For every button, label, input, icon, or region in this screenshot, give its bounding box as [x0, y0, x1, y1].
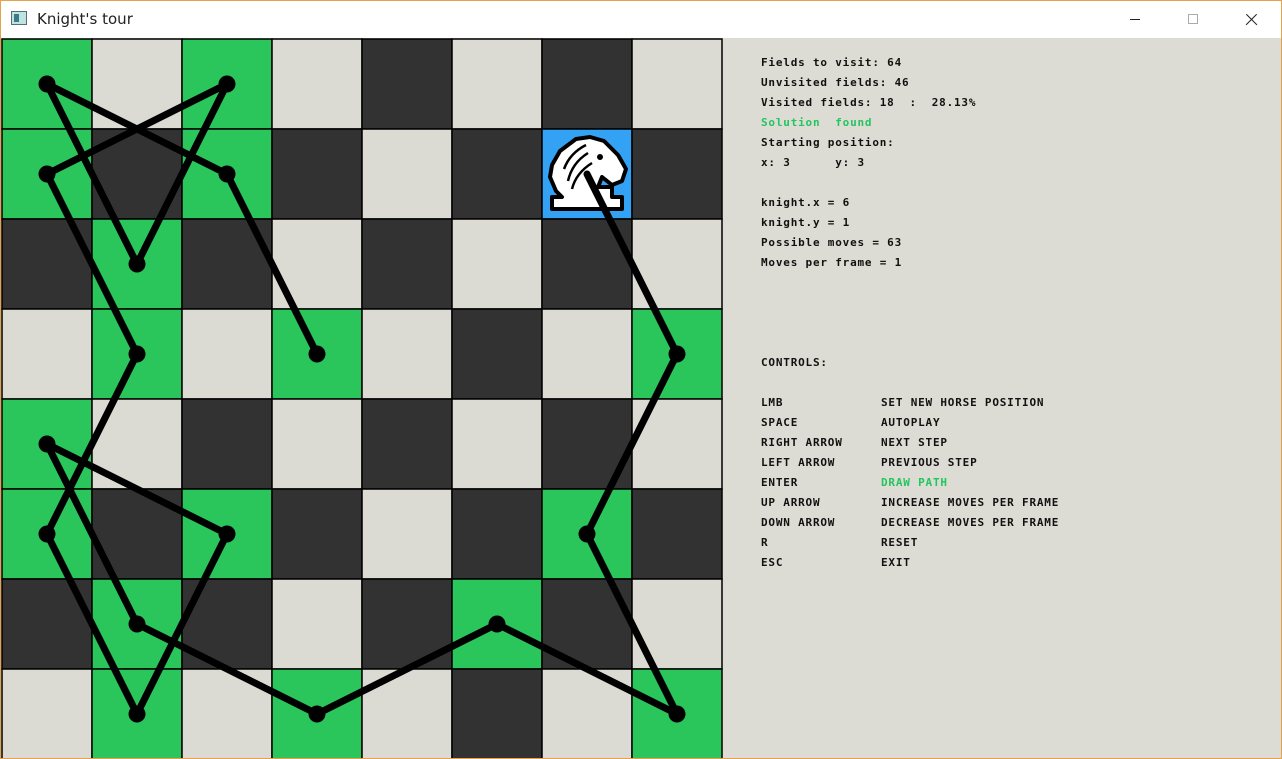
- path-node: [668, 705, 686, 723]
- board-cell[interactable]: [631, 488, 723, 580]
- control-key: R: [761, 536, 769, 549]
- visited-fields: Visited fields: 18 : 28.13%: [761, 96, 977, 109]
- board-cell[interactable]: [361, 398, 453, 490]
- control-key: ESC: [761, 556, 784, 569]
- path-node: [218, 525, 236, 543]
- path-node: [218, 75, 236, 93]
- control-action: RESET: [881, 536, 919, 549]
- control-action: NEXT STEP: [881, 436, 948, 449]
- maximize-button[interactable]: [1164, 1, 1222, 38]
- path-node: [488, 615, 506, 633]
- chess-board[interactable]: [1, 38, 723, 759]
- control-action: PREVIOUS STEP: [881, 456, 978, 469]
- control-action: INCREASE MOVES PER FRAME: [881, 496, 1060, 509]
- control-key: LEFT ARROW: [761, 456, 836, 469]
- board-cell[interactable]: [541, 308, 633, 400]
- path-node: [218, 165, 236, 183]
- control-key: RIGHT ARROW: [761, 436, 843, 449]
- control-action: SET NEW HORSE POSITION: [881, 396, 1045, 409]
- minimize-button[interactable]: [1106, 1, 1164, 38]
- path-node: [578, 525, 596, 543]
- board-cell[interactable]: [631, 38, 723, 130]
- board-cell[interactable]: [541, 38, 633, 130]
- control-key: UP ARROW: [761, 496, 821, 509]
- board-cell[interactable]: [451, 488, 543, 580]
- path-node: [38, 165, 56, 183]
- solution-status: Solution found: [761, 116, 873, 129]
- starting-position-label: Starting position:: [761, 136, 895, 149]
- control-key: LMB: [761, 396, 784, 409]
- board-cell[interactable]: [451, 308, 543, 400]
- title-bar[interactable]: Knight's tour: [1, 1, 1281, 38]
- knight-y: knight.y = 1: [761, 216, 851, 229]
- controls-heading: CONTROLS:: [761, 356, 828, 369]
- control-key: DOWN ARROW: [761, 516, 836, 529]
- board-cell[interactable]: [1, 668, 93, 759]
- board-cell[interactable]: [451, 218, 543, 310]
- path-node: [128, 705, 146, 723]
- board-cell[interactable]: [451, 38, 543, 130]
- path-node: [308, 345, 326, 363]
- board-cell[interactable]: [271, 488, 363, 580]
- path-node: [128, 615, 146, 633]
- control-action: EXIT: [881, 556, 911, 569]
- knight-x: knight.x = 6: [761, 196, 851, 209]
- path-node: [128, 255, 146, 273]
- window-title: Knight's tour: [37, 10, 133, 28]
- path-node: [38, 435, 56, 453]
- fields-to-visit: Fields to visit: 64: [761, 56, 903, 69]
- board-cell[interactable]: [271, 578, 363, 670]
- control-key: ENTER: [761, 476, 799, 489]
- starting-position-xy: x: 3 y: 3: [761, 156, 865, 169]
- close-button[interactable]: [1222, 1, 1280, 38]
- board-cell[interactable]: [361, 308, 453, 400]
- board-cell[interactable]: [361, 38, 453, 130]
- path-node: [38, 75, 56, 93]
- board-cell[interactable]: [451, 398, 543, 490]
- board-cell[interactable]: [451, 128, 543, 220]
- board-cell[interactable]: [631, 128, 723, 220]
- chess-board-canvas[interactable]: [1, 38, 723, 759]
- board-cell[interactable]: [271, 128, 363, 220]
- control-action-active: DRAW PATH: [881, 476, 948, 489]
- board-cell[interactable]: [181, 308, 273, 400]
- board-cell[interactable]: [361, 128, 453, 220]
- control-action: DECREASE MOVES PER FRAME: [881, 516, 1060, 529]
- path-node: [308, 705, 326, 723]
- board-cell[interactable]: [361, 488, 453, 580]
- board-cell[interactable]: [271, 38, 363, 130]
- board-cell[interactable]: [271, 398, 363, 490]
- moves-per-frame: Moves per frame = 1: [761, 256, 903, 269]
- possible-moves: Possible moves = 63: [761, 236, 903, 249]
- board-cell[interactable]: [361, 218, 453, 310]
- board-cell[interactable]: [1, 308, 93, 400]
- path-node: [668, 345, 686, 363]
- path-node: [128, 345, 146, 363]
- app-window-icon: [11, 11, 27, 25]
- path-node: [38, 525, 56, 543]
- control-key: SPACE: [761, 416, 799, 429]
- unvisited-fields: Unvisited fields: 46: [761, 76, 910, 89]
- board-cell[interactable]: [451, 668, 543, 759]
- control-action: AUTOPLAY: [881, 416, 941, 429]
- board-cell[interactable]: [181, 398, 273, 490]
- app-window: Knight's tour Fields to visit: 64 Unvisi…: [0, 0, 1282, 759]
